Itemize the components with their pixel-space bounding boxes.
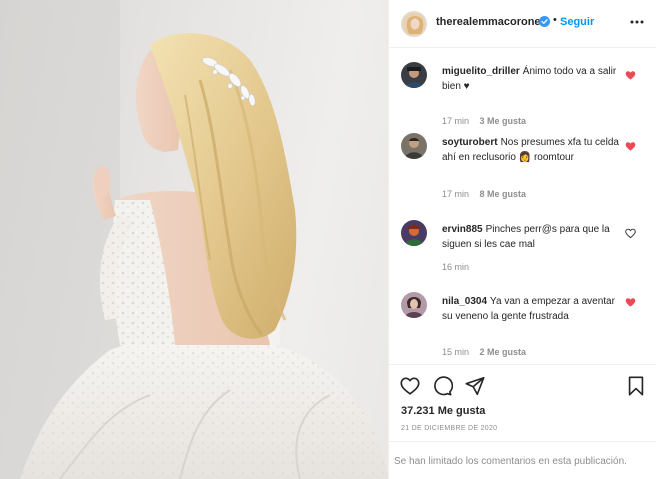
heart-icon[interactable] xyxy=(625,141,636,152)
heart-icon[interactable] xyxy=(625,70,636,81)
heart-icon[interactable] xyxy=(625,228,636,239)
comment-meta: 17 min 3 Me gusta xyxy=(442,116,534,126)
commenter-avatar[interactable] xyxy=(401,133,427,159)
author-username[interactable]: therealemmacoronel xyxy=(436,16,544,28)
bookmark-icon[interactable] xyxy=(625,375,647,397)
header-separator: • xyxy=(553,14,557,26)
paper-plane-icon[interactable] xyxy=(464,375,486,397)
comment-likes[interactable]: 8 Me gusta xyxy=(480,189,527,199)
comment-body: miguelito_driller Ánimo todo va a salir b… xyxy=(442,64,622,94)
post-actions: 37.231 Me gusta 21 DE DICIEMBRE DE 2020 … xyxy=(389,364,656,479)
comment-username[interactable]: ervin885 xyxy=(442,224,483,235)
comment-time: 17 min xyxy=(442,116,470,126)
post-date: 21 DE DICIEMBRE DE 2020 xyxy=(401,425,498,432)
comment-username[interactable]: miguelito_driller xyxy=(442,66,520,77)
more-options-icon[interactable] xyxy=(629,14,645,30)
post-header: therealemmacoronel • Seguir xyxy=(389,0,656,48)
comment-body: nila_0304 Ya van a empezar a aventar su v… xyxy=(442,294,622,324)
follow-button[interactable]: Seguir xyxy=(560,16,594,28)
commenter-avatar[interactable] xyxy=(401,62,427,88)
comment-meta: 15 min 2 Me gusta xyxy=(442,347,534,357)
commenter-avatar[interactable] xyxy=(401,220,427,246)
comments-limited-notice: Se han limitado los comentarios en esta … xyxy=(389,441,656,479)
post-sidebar: therealemmacoronel • Seguir miguelito_dr… xyxy=(388,0,656,479)
verified-badge-icon xyxy=(539,16,550,27)
comment-likes[interactable]: 3 Me gusta xyxy=(480,116,527,126)
comment-body: soyturobert Nos presumes xfa tu celda ahí… xyxy=(442,135,622,165)
comment-username[interactable]: soyturobert xyxy=(442,137,498,148)
post-likes-count[interactable]: 37.231 Me gusta xyxy=(401,405,485,417)
comment-meta: 17 min 8 Me gusta xyxy=(442,189,534,199)
comment-time: 16 min xyxy=(442,262,470,272)
bride-photo-illustration xyxy=(0,0,388,479)
comments-list[interactable]: miguelito_driller Ánimo todo va a salir b… xyxy=(389,48,656,364)
author-avatar[interactable] xyxy=(401,11,427,37)
comment-time: 15 min xyxy=(442,347,470,357)
heart-icon[interactable] xyxy=(399,375,421,397)
comment-meta: 16 min xyxy=(442,262,477,272)
commenter-avatar[interactable] xyxy=(401,292,427,318)
comment-bubble-icon[interactable] xyxy=(431,375,453,397)
heart-icon[interactable] xyxy=(625,297,636,308)
comment-time: 17 min xyxy=(442,189,470,199)
comments-limited-text: Se han limitado los comentarios en esta … xyxy=(394,456,627,467)
post-photo[interactable] xyxy=(0,0,388,479)
comment-likes[interactable]: 2 Me gusta xyxy=(480,347,527,357)
comment-username[interactable]: nila_0304 xyxy=(442,296,487,307)
comment-body: ervin885 Pinches perr@s para que la sigue… xyxy=(442,222,622,252)
